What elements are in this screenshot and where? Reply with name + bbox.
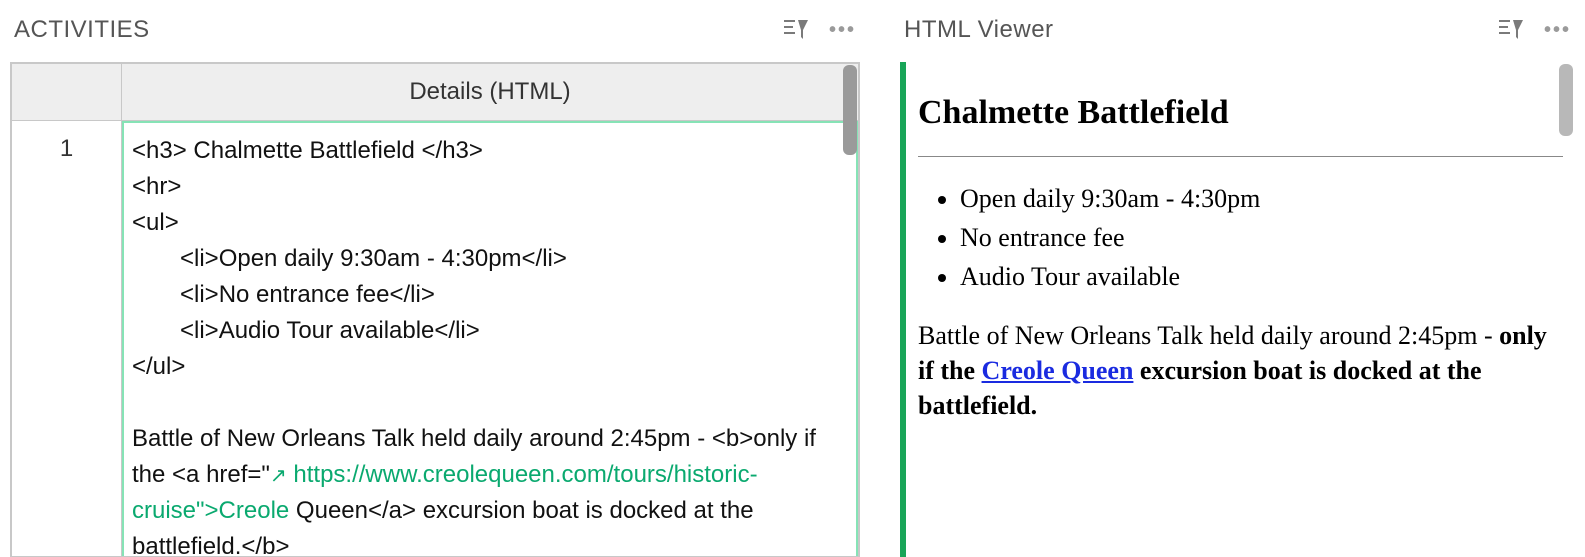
code-line: <li>Audio Tour available</li>	[180, 317, 480, 344]
filter-icon[interactable]	[1498, 19, 1524, 41]
activities-panel: ACTIVITIES •••	[10, 10, 860, 557]
code-line: <hr>	[132, 173, 181, 200]
rendered-heading: Chalmette Battlefield	[918, 90, 1563, 136]
details-cell[interactable]: <h3> Chalmette Battlefield </h3> <hr> <u…	[122, 121, 859, 557]
rendered-paragraph: Battle of New Orleans Talk held daily ar…	[918, 318, 1563, 423]
activities-title: ACTIVITIES	[14, 16, 150, 44]
code-line: <li>Open daily 9:30am - 4:30pm</li>	[180, 245, 567, 272]
code-line: </ul>	[132, 353, 185, 380]
scrollbar-thumb[interactable]	[843, 65, 857, 155]
code-line: Battle of New Orleans Talk held daily ar…	[132, 425, 712, 452]
list-item: Audio Tour available	[960, 259, 1563, 294]
more-icon[interactable]: •••	[1544, 19, 1571, 42]
code-line: <ul>	[132, 209, 179, 236]
scrollbar-track[interactable]	[839, 63, 859, 556]
creole-queen-link[interactable]: Creole Queen	[982, 356, 1134, 385]
grid-table: Details (HTML) 1 <h3> Chalmette Battlefi…	[11, 63, 859, 556]
filter-icon[interactable]	[783, 19, 809, 41]
rendered-html: Chalmette Battlefield Open daily 9:30am …	[906, 62, 1575, 431]
viewer-title: HTML Viewer	[904, 16, 1054, 44]
viewer-header: HTML Viewer •••	[900, 10, 1575, 62]
para-text: Battle of New Orleans Talk held daily ar…	[918, 321, 1499, 350]
rendered-hr	[918, 156, 1563, 157]
viewer-tools: •••	[1498, 19, 1571, 42]
scrollbar-track[interactable]	[1555, 62, 1575, 557]
scrollbar-thumb[interactable]	[1559, 64, 1573, 136]
viewer-body: Chalmette Battlefield Open daily 9:30am …	[900, 62, 1575, 557]
html-viewer-panel: HTML Viewer ••• Chalmette Battlefield	[900, 10, 1575, 557]
list-item: Open daily 9:30am - 4:30pm	[960, 181, 1563, 216]
external-link-icon: ↗	[270, 465, 287, 487]
more-icon[interactable]: •••	[829, 19, 856, 42]
activities-header: ACTIVITIES •••	[10, 10, 860, 62]
rendered-list: Open daily 9:30am - 4:30pm No entrance f…	[918, 181, 1563, 294]
rownum-header	[12, 64, 122, 121]
activities-tools: •••	[783, 19, 856, 42]
code-line: <h3> Chalmette Battlefield </h3>	[132, 137, 483, 164]
activities-grid: Details (HTML) 1 <h3> Chalmette Battlefi…	[10, 62, 860, 557]
code-line: <li>No entrance fee</li>	[180, 281, 435, 308]
column-header-details[interactable]: Details (HTML)	[122, 64, 859, 121]
table-row[interactable]: 1 <h3> Chalmette Battlefield </h3> <hr> …	[12, 121, 859, 557]
list-item: No entrance fee	[960, 220, 1563, 255]
details-cell-content[interactable]: <h3> Chalmette Battlefield </h3> <hr> <u…	[122, 121, 858, 556]
row-number[interactable]: 1	[12, 121, 122, 557]
